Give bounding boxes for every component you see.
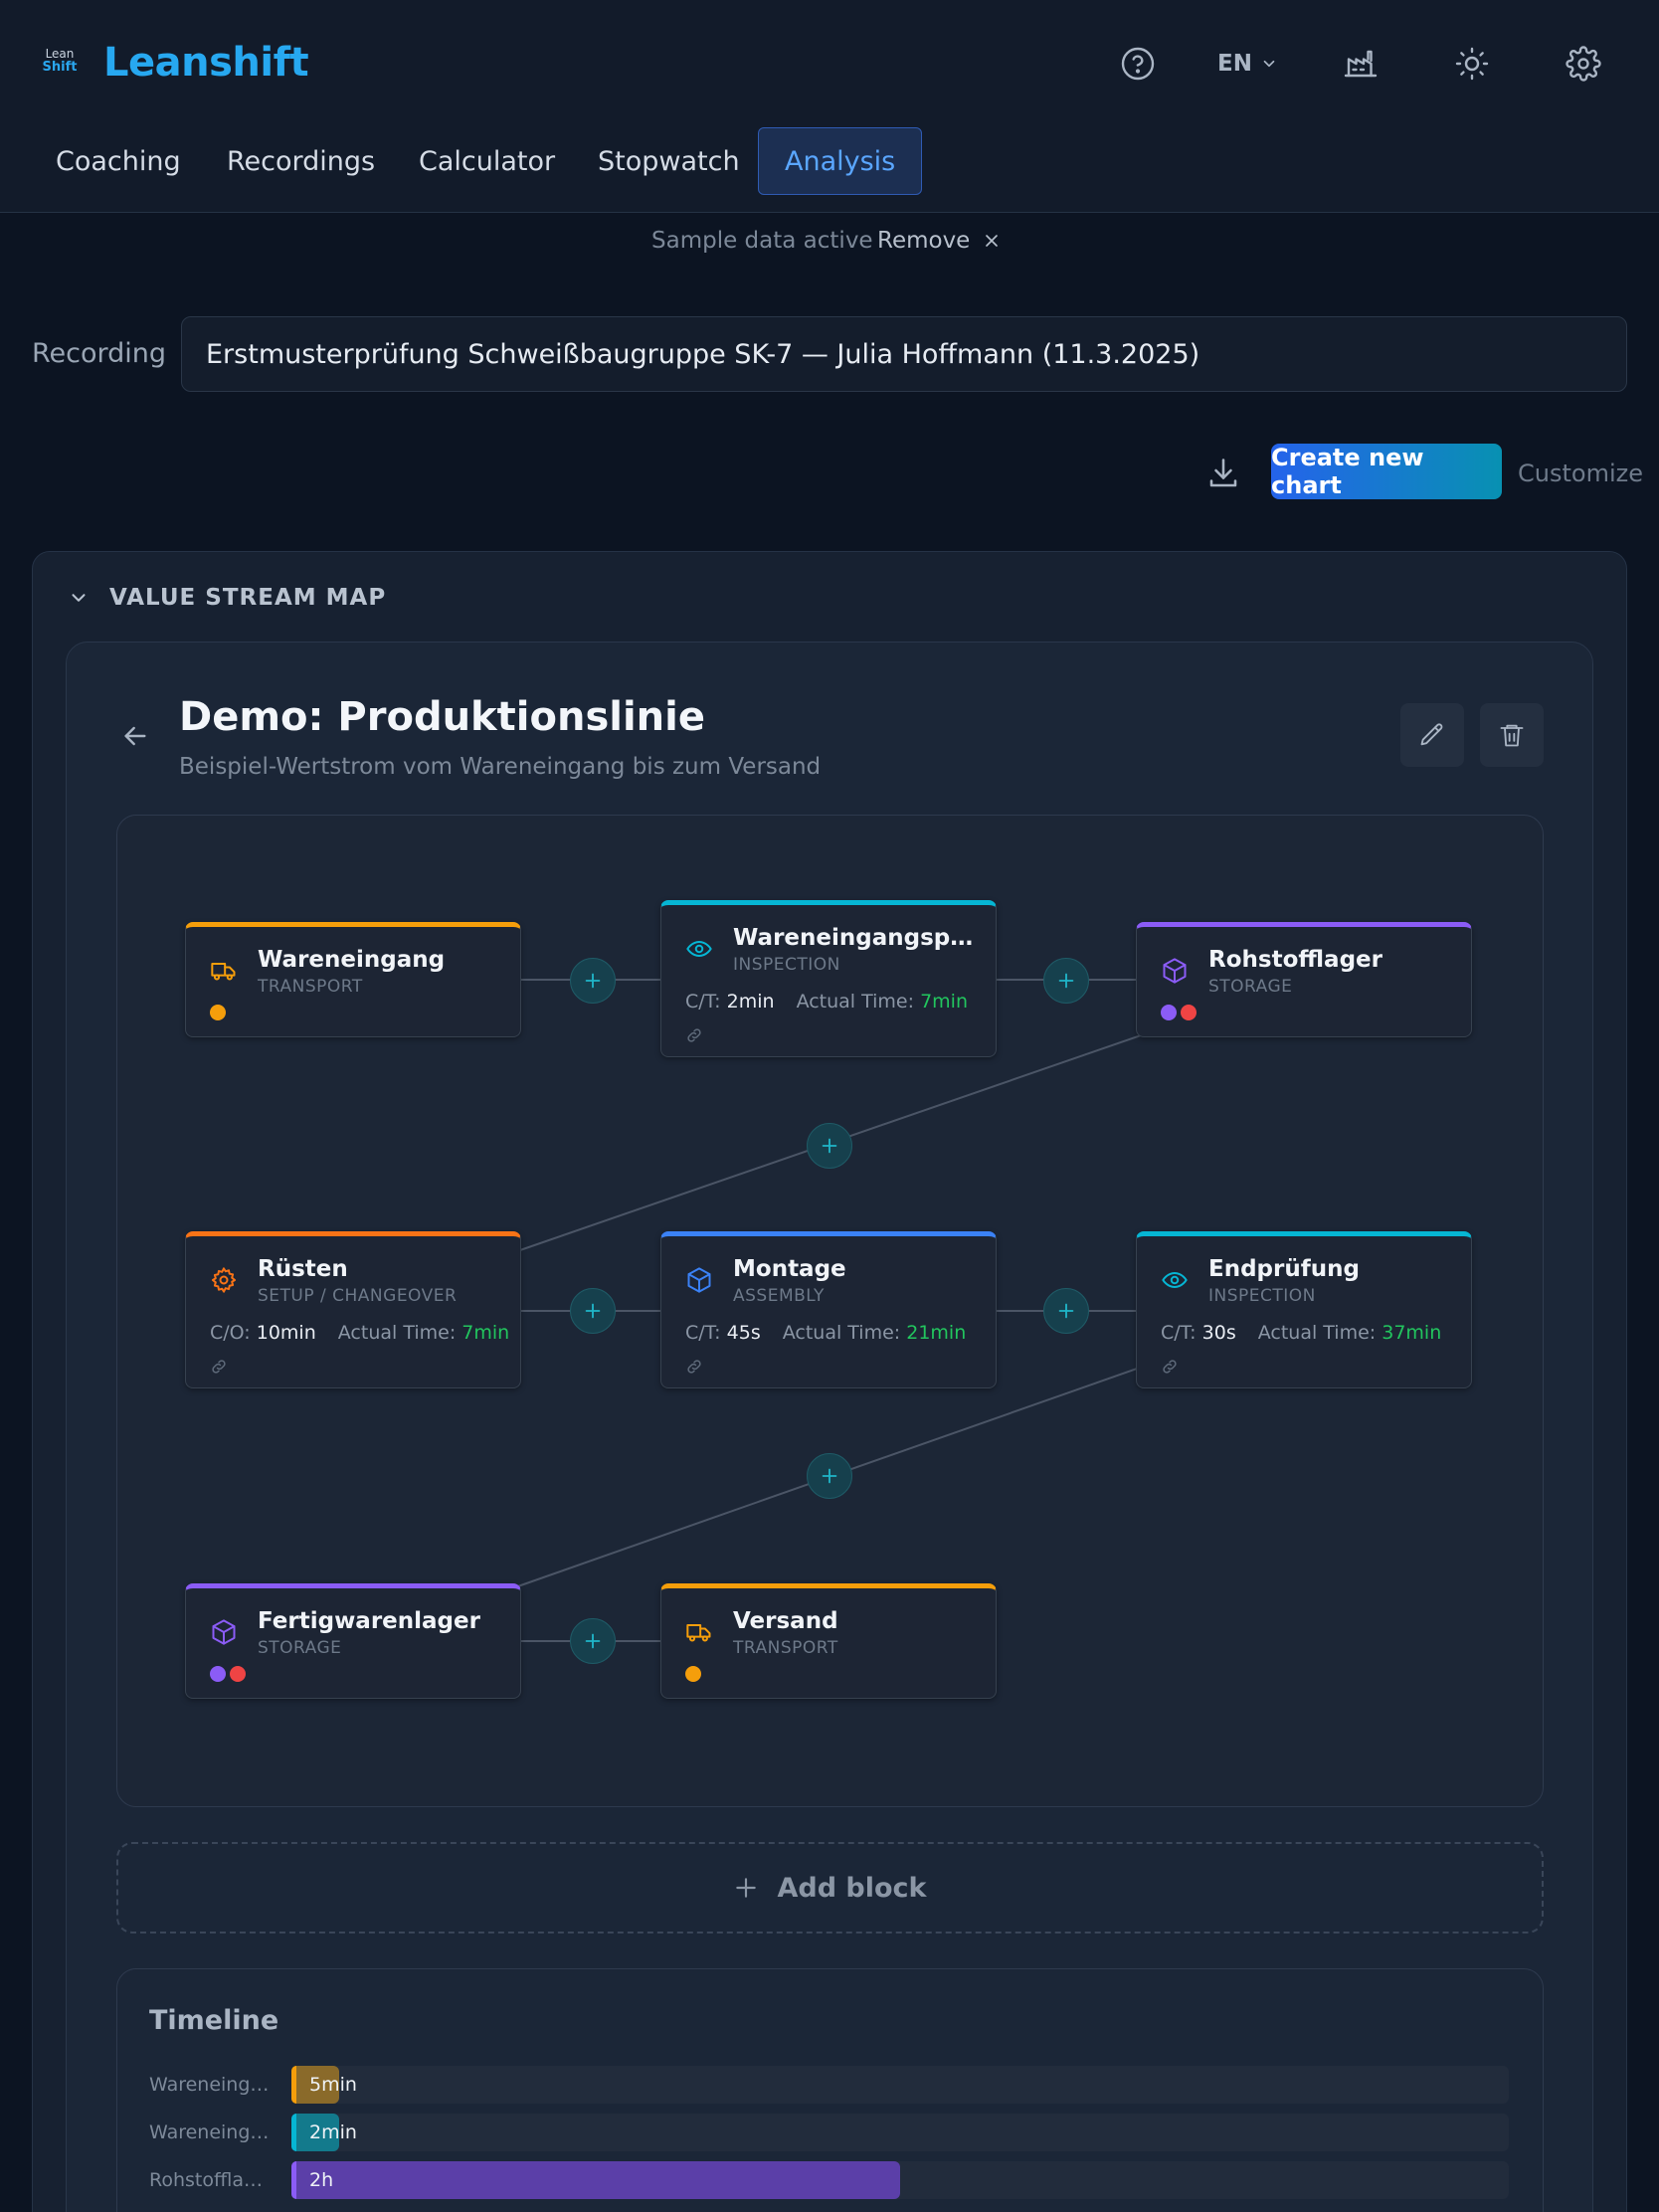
block-title: Endprüfung [1208, 1256, 1360, 1282]
block-title: Rüsten [258, 1256, 348, 1282]
truck-icon [686, 1624, 711, 1642]
block-title: Versand [733, 1608, 838, 1634]
block-metrics: C/T: 30s Actual Time: 37min [1161, 1322, 1442, 1344]
timeline-bar[interactable]: 2min [291, 2114, 357, 2151]
status-dot [1181, 1005, 1197, 1020]
vsm-block-ruesten[interactable]: Rüsten SETUP / CHANGEOVER C/O: 10min Actu… [185, 1231, 521, 1388]
block-title: Fertigwarenlager [258, 1608, 480, 1634]
box-icon [212, 1619, 236, 1645]
eye-icon [686, 941, 712, 957]
block-type: INSPECTION [1208, 1286, 1316, 1306]
block-indicators [685, 1666, 701, 1682]
insert-plus-icon[interactable] [570, 1618, 616, 1664]
add-block-button[interactable]: Add block [116, 1842, 1544, 1934]
block-indicators [1161, 1005, 1197, 1020]
vsm-block-rohstofflager[interactable]: Rohstofflager STORAGE [1136, 922, 1472, 1037]
timeline-row-label: Wareneinga... [149, 2074, 275, 2096]
link-icon[interactable] [210, 1358, 228, 1376]
gear-icon [211, 1267, 237, 1293]
timeline-track [291, 2114, 1509, 2151]
block-title: Montage [733, 1256, 846, 1282]
status-dot [230, 1666, 246, 1682]
block-metrics: C/T: 2min Actual Time: 7min [685, 991, 968, 1013]
block-title: Wareneingang [258, 947, 446, 973]
block-title: Wareneingangsprüf... [733, 925, 984, 951]
plus-icon [736, 1878, 757, 1898]
block-type: STORAGE [258, 1638, 342, 1658]
insert-plus-icon[interactable] [1043, 958, 1089, 1004]
block-indicators [210, 1005, 226, 1020]
vsm-block-endpruefung[interactable]: Endprüfung INSPECTION C/T: 30s Actual Tim… [1136, 1231, 1472, 1388]
box-icon [687, 1267, 711, 1293]
insert-plus-icon[interactable] [1043, 1288, 1089, 1334]
block-type: STORAGE [1208, 977, 1293, 997]
vsm-block-wareneingangspruefung[interactable]: Wareneingangsprüf... INSPECTION C/T: 2mi… [660, 900, 997, 1057]
block-metrics: C/T: 45s Actual Time: 21min [685, 1322, 967, 1344]
vsm-block-versand[interactable]: Versand TRANSPORT [660, 1583, 997, 1699]
timeline-row-label: Wareneinga... [149, 2121, 275, 2143]
eye-icon [1162, 1272, 1188, 1288]
link-icon[interactable] [685, 1026, 703, 1044]
insert-plus-icon[interactable] [807, 1123, 852, 1169]
timeline-row-label: Rohstofflager [149, 2169, 275, 2191]
vsm-block-wareneingang[interactable]: Wareneingang TRANSPORT [185, 922, 521, 1037]
timeline-bar[interactable]: 2h [291, 2161, 900, 2199]
truck-icon [211, 963, 236, 981]
status-dot [1161, 1005, 1177, 1020]
block-type: TRANSPORT [733, 1638, 838, 1658]
block-type: SETUP / CHANGEOVER [258, 1286, 458, 1306]
vsm-block-fertigwarenlager[interactable]: Fertigwarenlager STORAGE [185, 1583, 521, 1699]
block-indicators [210, 1666, 246, 1682]
insert-plus-icon[interactable] [570, 958, 616, 1004]
status-dot [685, 1666, 701, 1682]
insert-plus-icon[interactable] [570, 1288, 616, 1334]
timeline-track [291, 2066, 1509, 2104]
block-type: ASSEMBLY [733, 1286, 825, 1306]
link-icon[interactable] [1161, 1358, 1179, 1376]
timeline-title: Timeline [149, 2005, 279, 2036]
timeline-bar[interactable]: 5min [291, 2066, 357, 2104]
box-icon [1163, 958, 1187, 984]
block-type: INSPECTION [733, 955, 840, 975]
insert-plus-icon[interactable] [807, 1453, 852, 1499]
link-icon[interactable] [685, 1358, 703, 1376]
block-type: TRANSPORT [258, 977, 363, 997]
status-dot [210, 1005, 226, 1020]
block-title: Rohstofflager [1208, 947, 1382, 973]
vsm-block-montage[interactable]: Montage ASSEMBLY C/T: 45s Actual Time: 21… [660, 1231, 997, 1388]
add-block-label: Add block [777, 1872, 927, 1904]
block-metrics: C/O: 10min Actual Time: 7min [210, 1322, 510, 1344]
status-dot [210, 1666, 226, 1682]
